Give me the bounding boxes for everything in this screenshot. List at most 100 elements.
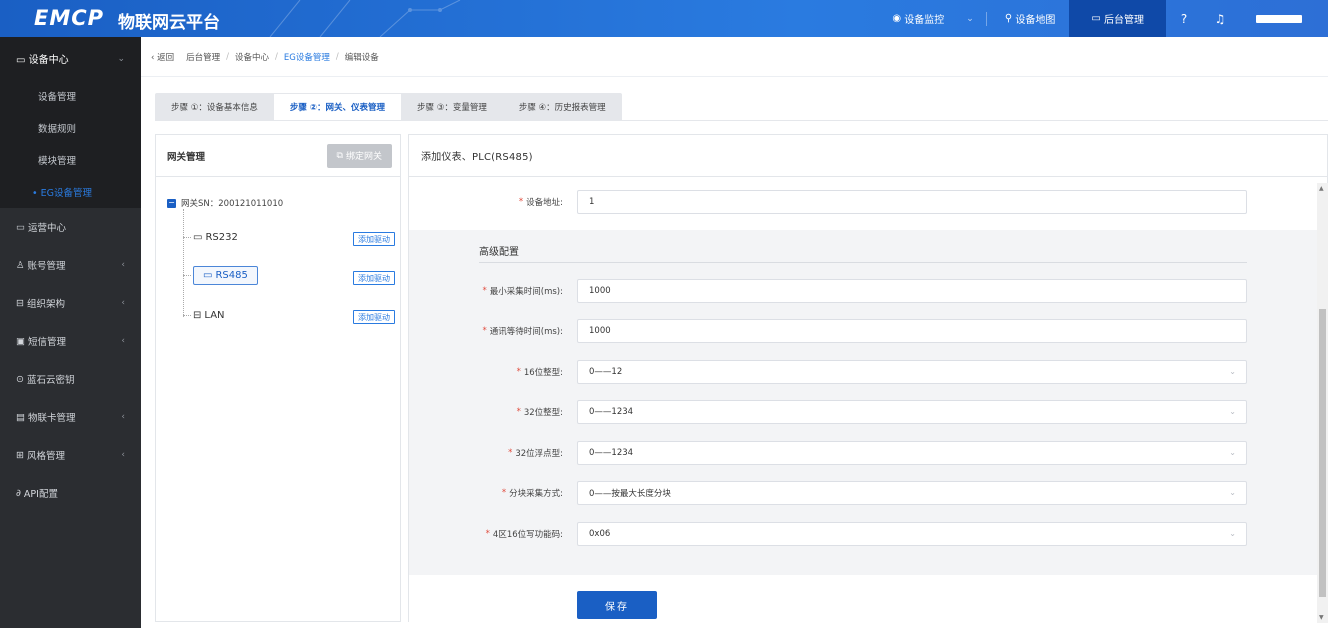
divider [479,262,1247,263]
nav-device-map[interactable]: ⚲ 设备地图 [991,0,1070,37]
breadcrumb-current: 编辑设备 [344,52,379,63]
bell-icon[interactable]: ♫ [1202,0,1238,37]
chevron-down-icon: ⌄ [1229,488,1236,497]
tab-step-1[interactable]: 步骤 ①：设备基本信息 [155,93,274,120]
chevron-down-icon: ⌄ [1229,448,1236,457]
port-icon: ▭ [203,270,213,281]
tab-step-3[interactable]: 步骤 ③：变量管理 [401,93,503,120]
network-icon: ⊟ [193,310,202,321]
sidebar-item-sms[interactable]: ▣ 短信管理 ‹ [0,322,141,360]
top-bar: EMCP 物联网云平台 ◉ 设备监控 ⌄ ⚲ 设备地图 ▭ 后台管理 ? ♫ [0,0,1328,37]
form-row: * 32位整型: 0——1234 ⌄ [409,400,1317,424]
form-row: * 最小采集时间(ms): 1000 [409,279,1317,303]
monitor-icon: ◉ [892,13,905,24]
chevron-left-icon: ‹ [121,450,125,460]
comm-wait-time-input[interactable]: 1000 [577,319,1247,343]
block-sample-select[interactable]: 0——按最大长度分块 ⌄ [577,481,1247,505]
tree-node-rs485[interactable]: ▭ RS485 [183,266,258,285]
back-link[interactable]: ‹ 返回 [151,51,180,63]
sidebar-item-iot-card[interactable]: ▤ 物联卡管理 ‹ [0,398,141,436]
sidebar-item-module-manage[interactable]: 模块管理 [0,144,141,176]
divider [155,120,1328,121]
breadcrumb-item[interactable]: 设备中心 [235,51,269,63]
map-icon: ⚲ [1004,13,1016,24]
help-icon[interactable]: ? [1166,0,1202,37]
add-driver-button[interactable]: 添加驱动 [353,310,395,324]
step-tabs: 步骤 ①：设备基本信息 步骤 ②：网关、仪表管理 步骤 ③：变量管理 步骤 ④：… [155,93,622,120]
chevron-down-icon: ⌄ [1229,529,1236,538]
section-title: 高级配置 [479,247,519,258]
add-driver-button[interactable]: 添加驱动 [353,232,395,246]
sidebar-item-eg-device[interactable]: • EG设备管理 [0,176,141,208]
form-row: * 分块采集方式: 0——按最大长度分块 ⌄ [409,481,1317,505]
admin-icon: ▭ [1091,13,1104,24]
sidebar-item-data-rules[interactable]: 数据规则 [0,112,141,144]
chevron-down-icon[interactable]: ⌄ [958,14,982,24]
float32-select[interactable]: 0——1234 ⌄ [577,441,1247,465]
chevron-down-icon: ⌄ [1229,367,1236,376]
logo: EMCP [34,6,105,30]
instrument-panel: 添加仪表、PLC(RS485) * 设备地址: 1 高级配置 * 最小采集时间(ms… [408,134,1328,623]
app-title: 物联网云平台 [118,13,220,33]
form-row-device-address: * 设备地址: 1 [409,190,1317,214]
device-icon: ▭ [16,55,29,66]
chevron-left-icon: ‹ [121,298,125,308]
user-name[interactable] [1256,14,1302,23]
chevron-down-icon: ⌄ [1229,407,1236,416]
sidebar-item-style[interactable]: ⊞ 风格管理 ‹ [0,436,141,474]
sidebar-item-api[interactable]: ∂ API配置 [0,474,141,512]
grid-icon: ⊞ [16,449,24,461]
sidebar-item-accounts[interactable]: ♙ 账号管理 ‹ [0,246,141,284]
breadcrumb-item[interactable]: 后台管理 [186,51,220,63]
chevron-left-icon: ‹ [121,260,125,270]
sidebar-item-device-manage[interactable]: 设备管理 [0,80,141,112]
tree-node-rs232[interactable]: ▭ RS232 [183,232,238,243]
breadcrumb-item[interactable]: EG设备管理 [284,51,330,63]
nav-device-monitor[interactable]: ◉ 设备监控 [878,0,958,37]
scrollbar[interactable]: ▲ ▼ [1317,183,1328,623]
scroll-down-icon[interactable]: ▼ [1319,614,1324,621]
int16-select[interactable]: 0——12 ⌄ [577,360,1247,384]
org-icon: ⊟ [16,297,24,309]
breadcrumb-sep: / [335,51,339,62]
header-decoration [269,0,461,37]
user-icon: ♙ [16,259,25,271]
save-button[interactable]: 保存 [577,591,657,619]
tab-step-2[interactable]: 步骤 ②：网关、仪表管理 [273,93,401,120]
key-icon: ⊙ [16,373,24,385]
ops-icon: ▭ [16,221,25,233]
divider [985,11,987,26]
sidebar: ▭ 设备中心 ⌄ 设备管理 数据规则 模块管理 • EG设备管理 ▭ 运营中心 ♙… [0,37,141,628]
link-icon: ∂ [16,487,21,499]
chevron-left-icon: ‹ [121,412,125,422]
sidebar-item-org[interactable]: ⊟ 组织架构 ‹ [0,284,141,322]
panel-title: 网关管理 [167,151,206,163]
chevron-down-icon: ⌄ [117,53,125,64]
sidebar-item-ops-center[interactable]: ▭ 运营中心 [0,208,141,246]
tab-step-4[interactable]: 步骤 ④：历史报表管理 [503,93,622,120]
bind-gateway-button[interactable]: ⧉ 绑定网关 [326,143,392,168]
collapse-icon[interactable]: − [167,198,176,208]
tree-node-lan[interactable]: ⊟ LAN [183,310,225,321]
min-sample-time-input[interactable]: 1000 [577,279,1247,303]
add-driver-button[interactable]: 添加驱动 [353,271,395,285]
int32-select[interactable]: 0——1234 ⌄ [577,400,1247,424]
gateway-panel: 网关管理 ⧉ 绑定网关 − 网关SN：200121011010 ▭ RS232 添加… [155,134,401,622]
write-func-code-select[interactable]: 0x06 ⌄ [577,522,1247,546]
nav-admin[interactable]: ▭ 后台管理 [1069,0,1166,37]
tree-root[interactable]: − 网关SN：200121011010 [167,197,283,209]
form-row: * 通讯等待时间(ms): 1000 [409,319,1317,343]
breadcrumb-sep: / [226,51,230,62]
sms-icon: ▣ [16,335,25,347]
copy-icon: ⧉ [336,150,343,161]
sidebar-group-device-center[interactable]: ▭ 设备中心 ⌄ [0,37,141,80]
tree-line [183,209,184,317]
port-icon: ▭ [193,232,203,243]
sidebar-item-key[interactable]: ⊙ 蓝石云密钥 [0,360,141,398]
scroll-up-icon[interactable]: ▲ [1319,185,1324,192]
device-address-input[interactable]: 1 [577,190,1247,214]
form-scroll-area: * 设备地址: 1 高级配置 * 最小采集时间(ms): 1000 * 通讯等待时间(… [409,183,1317,623]
panel-title: 添加仪表、PLC(RS485) [409,135,1327,177]
scrollbar-thumb[interactable] [1319,309,1326,597]
form-row: * 32位浮点型: 0——1234 ⌄ [409,441,1317,465]
